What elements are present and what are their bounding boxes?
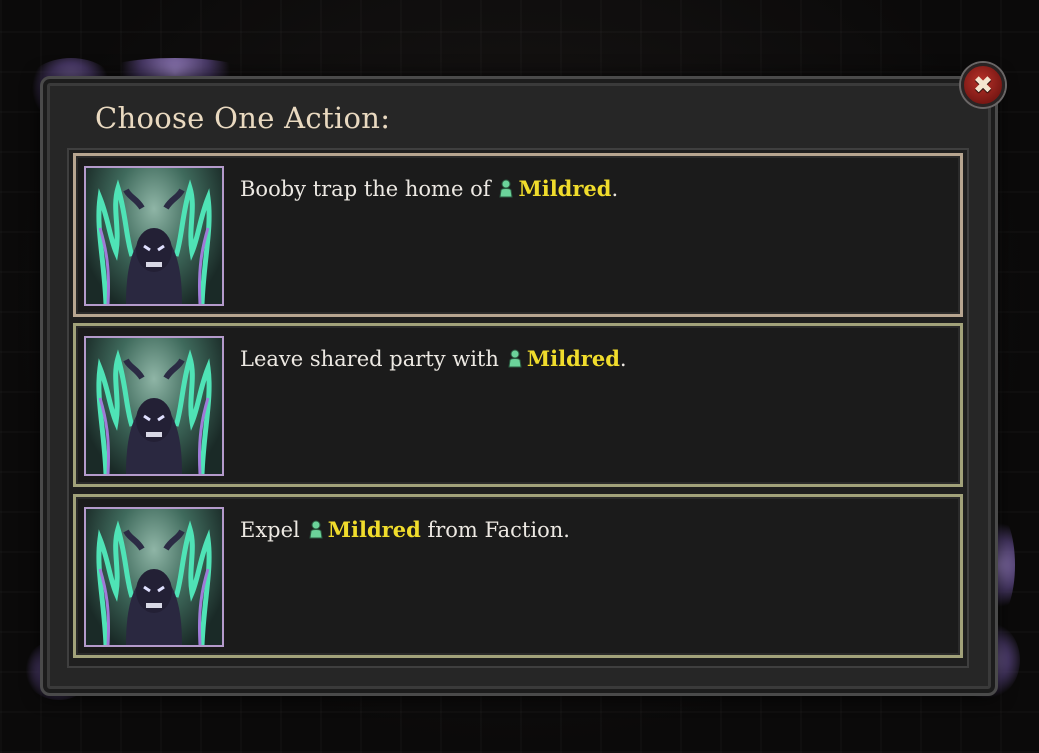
action-suffix: .	[619, 347, 627, 371]
action-prefix: Booby trap the home of	[240, 177, 491, 201]
close-button[interactable]: ✖	[961, 63, 1005, 107]
action-text: Booby trap the home of Mildred.	[240, 176, 618, 201]
character-name[interactable]: Mildred	[328, 517, 421, 542]
action-option-leave-party[interactable]: Leave shared party with Mildred.	[73, 323, 963, 487]
close-x-icon: ✖	[972, 71, 994, 99]
character-name[interactable]: Mildred	[518, 176, 611, 201]
action-prefix: Expel	[240, 518, 300, 542]
action-text: Leave shared party with Mildred.	[240, 346, 627, 371]
action-suffix: from Faction.	[420, 518, 570, 542]
person-icon	[507, 348, 523, 368]
action-text: Expel Mildred from Faction.	[240, 517, 570, 542]
demon-portrait-icon	[84, 507, 224, 647]
action-prefix: Leave shared party with	[240, 347, 499, 371]
action-option-expel[interactable]: Expel Mildred from Faction.	[73, 494, 963, 658]
person-icon	[498, 178, 514, 198]
demon-portrait-icon	[84, 166, 224, 306]
character-name[interactable]: Mildred	[527, 346, 620, 371]
action-suffix: .	[611, 177, 619, 201]
action-option-booby-trap[interactable]: Booby trap the home of Mildred.	[73, 153, 963, 317]
person-icon	[308, 519, 324, 539]
dialog-title: Choose One Action:	[95, 101, 391, 135]
demon-portrait-icon	[84, 336, 224, 476]
